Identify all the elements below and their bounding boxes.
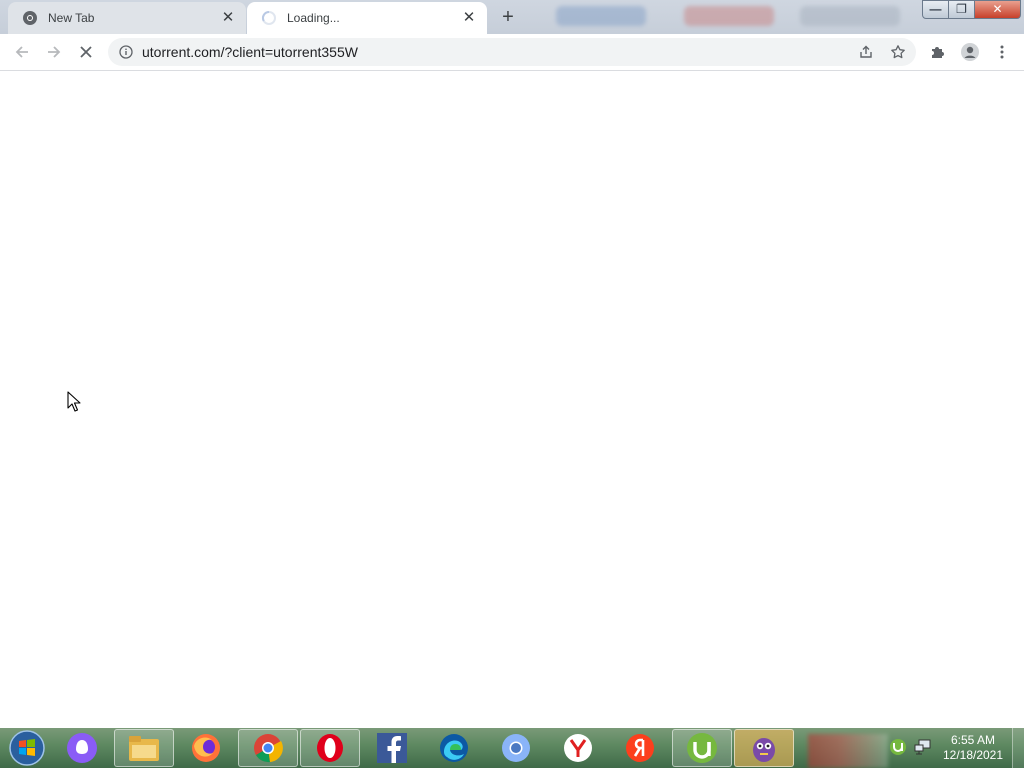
site-info-icon[interactable] (119, 45, 133, 59)
network-tray-icon[interactable] (914, 738, 932, 761)
utorrent-small-logo (890, 739, 906, 755)
clock-time: 6:55 AM (950, 733, 996, 747)
show-desktop-button[interactable] (1012, 728, 1024, 768)
stop-loading-button[interactable] (74, 40, 98, 64)
facebook-logo (377, 733, 407, 763)
maximize-icon: ❐ (956, 2, 967, 16)
close-tab-icon[interactable]: ✕ (220, 10, 236, 26)
extensions-button[interactable] (926, 40, 950, 64)
game-icon[interactable] (734, 729, 794, 767)
blurred-background (556, 6, 646, 26)
close-tab-icon[interactable]: ✕ (461, 10, 477, 26)
maximize-button[interactable]: ❐ (949, 0, 975, 19)
system-clock[interactable]: 6:55 AM 12/18/2021 (940, 733, 1006, 763)
forward-button[interactable] (42, 40, 66, 64)
arrow-right-icon (48, 46, 61, 58)
three-dots-vertical-icon (1000, 45, 1004, 59)
chrome-icon (23, 11, 37, 25)
utorrent-logo (687, 733, 717, 763)
network-monitor-icon (914, 739, 931, 755)
loading-spinner-icon (262, 11, 276, 25)
profile-button[interactable] (958, 40, 982, 64)
opera-icon[interactable] (300, 729, 360, 767)
chromium-logo (502, 734, 530, 762)
edge-icon[interactable] (424, 729, 484, 767)
address-bar[interactable]: utorrent.com/?client=utorrent355W (108, 38, 916, 66)
new-tab-button[interactable]: + (496, 6, 520, 30)
alice-logo (67, 733, 97, 763)
tab-label: Loading... (287, 11, 340, 25)
close-window-button[interactable]: ✕ (975, 0, 1021, 19)
chrome-logo (254, 734, 283, 763)
share-icon[interactable] (858, 44, 874, 60)
firefox-icon[interactable] (176, 729, 236, 767)
yandex-browser-icon[interactable] (548, 729, 608, 767)
firefox-logo (192, 734, 220, 762)
stop-x-icon (80, 46, 92, 58)
utorrent-icon[interactable] (672, 729, 732, 767)
browser-menu-button[interactable] (990, 40, 1014, 64)
browser-toolbar: utorrent.com/?client=utorrent355W (0, 34, 1024, 71)
puzzle-piece-icon (932, 47, 944, 58)
windows-logo-icon (9, 730, 45, 766)
clock-date: 12/18/2021 (942, 748, 1004, 762)
blurred-background (800, 6, 900, 26)
chrome-icon[interactable] (238, 729, 298, 767)
back-button[interactable] (10, 40, 34, 64)
arrow-left-icon (15, 46, 28, 58)
url-text[interactable]: utorrent.com/?client=utorrent355W (142, 44, 358, 60)
chromium-icon[interactable] (486, 729, 546, 767)
yandex-icon[interactable] (610, 729, 670, 767)
windows-taskbar: 6:55 AM 12/18/2021 (0, 728, 1024, 768)
mouse-cursor-icon (67, 391, 81, 412)
yandex-logo (626, 734, 654, 762)
alice-assistant-icon[interactable] (52, 729, 112, 767)
yandex-browser-logo (564, 734, 592, 762)
tab-strip: New Tab ✕ Loading... ✕ + — ❐ ✕ (0, 0, 1024, 34)
file-explorer-icon[interactable] (114, 729, 174, 767)
tab-loading[interactable]: Loading... ✕ (247, 2, 487, 34)
start-button[interactable] (0, 729, 54, 767)
game-character-logo (753, 738, 775, 762)
tab-label: New Tab (48, 11, 95, 25)
tab-new-tab[interactable]: New Tab ✕ (8, 2, 246, 34)
edge-logo (440, 734, 468, 762)
facebook-icon[interactable] (362, 729, 422, 767)
minimize-button[interactable]: — (922, 0, 949, 19)
close-icon: ✕ (992, 2, 1003, 16)
utorrent-tray-icon[interactable] (889, 738, 907, 761)
opera-logo (317, 734, 343, 762)
folder-logo (129, 736, 159, 761)
bookmark-star-icon[interactable] (890, 44, 906, 60)
minimize-icon: — (929, 2, 942, 16)
avatar-icon (961, 43, 979, 61)
blurred-background (808, 734, 888, 768)
blurred-background (684, 6, 774, 26)
page-content-area[interactable] (0, 71, 1024, 728)
